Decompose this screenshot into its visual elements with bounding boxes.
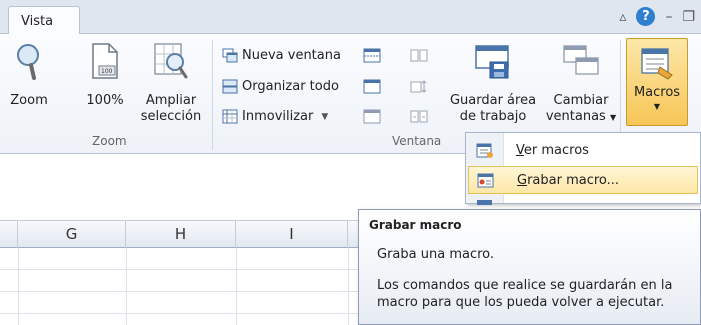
chevron-down-icon: ▼ [609, 113, 617, 122]
tab-vista[interactable]: Vista [8, 6, 80, 35]
minimize-ribbon-icon[interactable]: ▵ [619, 9, 626, 25]
grid-line [126, 248, 127, 325]
macros-dropdown-menu: Ver macros Grabar macro... [465, 132, 701, 205]
grid-line [18, 248, 19, 325]
cambiar-ventanas-button[interactable]: Cambiar ventanas ▼ [544, 42, 618, 126]
menu-item-grabar-macro[interactable]: Grabar macro... [468, 166, 698, 194]
magnifier-icon [17, 44, 39, 80]
macros-icon [641, 48, 673, 80]
zoom-selection-icon [154, 43, 188, 79]
tooltip-title: Grabar macro [369, 218, 462, 232]
view-macros-icon [476, 143, 493, 158]
tooltip-body: Graba una macro. Los comandos que realic… [369, 246, 690, 311]
reset-position-icon[interactable] [410, 109, 428, 124]
zoom-group-label: Zoom [92, 134, 127, 148]
svg-text:100: 100 [101, 68, 113, 75]
grid-line [236, 248, 237, 325]
side-by-side-icon[interactable] [410, 48, 428, 63]
zoom-button[interactable]: Zoom [6, 42, 52, 109]
column-header-i[interactable]: I [236, 221, 348, 248]
menu-item-ver-macros[interactable]: Ver macros [468, 136, 698, 164]
macros-button[interactable]: Macros ▼ [626, 38, 688, 126]
ventana-group-label: Ventana [392, 134, 442, 148]
ribbon-tab-strip: Vista ▵ ? – ❐ [0, 0, 701, 35]
inmovilizar-button[interactable]: Inmovilizar ▼ [222, 109, 328, 124]
window-controls: ▵ ? – ❐ [619, 7, 695, 26]
group-separator [212, 40, 213, 150]
menu-item-icon-partial [477, 200, 492, 205]
record-macro-icon [477, 173, 494, 187]
cambiar-label-2: ventanas ▼ [545, 109, 617, 124]
nueva-ventana-label: Nueva ventana [242, 48, 341, 63]
guardar-area-button[interactable]: Guardar área de trabajo [446, 42, 540, 125]
tooltip-grabar-macro: Grabar macro Graba una macro. Los comand… [358, 209, 701, 325]
cambiar-label-1: Cambiar [553, 93, 609, 108]
zoom-label: Zoom [10, 93, 48, 108]
restore-window-icon[interactable]: ❐ [682, 9, 695, 25]
save-workspace-icon [475, 45, 509, 79]
organizar-todo-button[interactable]: Organizar todo [222, 79, 339, 94]
tooltip-line-1: Graba una macro. [377, 247, 495, 262]
inmovilizar-label: Inmovilizar [242, 109, 314, 124]
page-100-icon: 100 [92, 43, 118, 79]
organizar-todo-label: Organizar todo [242, 79, 339, 94]
grid-line [348, 248, 349, 325]
nueva-ventana-button[interactable]: Nueva ventana [222, 48, 341, 63]
minimize-window-icon[interactable]: – [665, 9, 672, 25]
ver-macros-label: Ver macros [516, 142, 589, 158]
new-window-icon [222, 48, 238, 63]
arrange-all-icon [222, 79, 238, 94]
freeze-panes-icon [222, 109, 238, 124]
macros-label: Macros [633, 85, 681, 100]
hide-window-icon[interactable] [363, 79, 381, 94]
sync-scroll-icon[interactable] [410, 79, 428, 94]
help-icon[interactable]: ? [636, 7, 656, 26]
zoom-100-label: 100% [86, 93, 124, 108]
column-header-partial[interactable] [0, 221, 18, 248]
unhide-window-icon[interactable] [363, 109, 381, 124]
ampliar-label-1: Ampliar [145, 93, 197, 108]
grabar-macro-label: Grabar macro... [517, 172, 620, 188]
column-header-h[interactable]: H [126, 221, 236, 248]
switch-windows-icon [563, 45, 599, 75]
split-icon[interactable] [363, 48, 381, 63]
tooltip-line-2: Los comandos que realice se guardarán en… [377, 278, 673, 310]
ampliar-seleccion-button[interactable]: Ampliar selección [140, 42, 202, 125]
zoom-100-button[interactable]: 100 100% [84, 42, 126, 109]
chevron-down-icon: ▼ [321, 111, 329, 122]
guardar-label-1: Guardar área [449, 93, 537, 108]
chevron-down-icon: ▼ [653, 102, 661, 111]
column-header-g[interactable]: G [18, 221, 126, 248]
guardar-label-2: de trabajo [459, 109, 527, 124]
ampliar-label-2: selección [140, 109, 202, 124]
